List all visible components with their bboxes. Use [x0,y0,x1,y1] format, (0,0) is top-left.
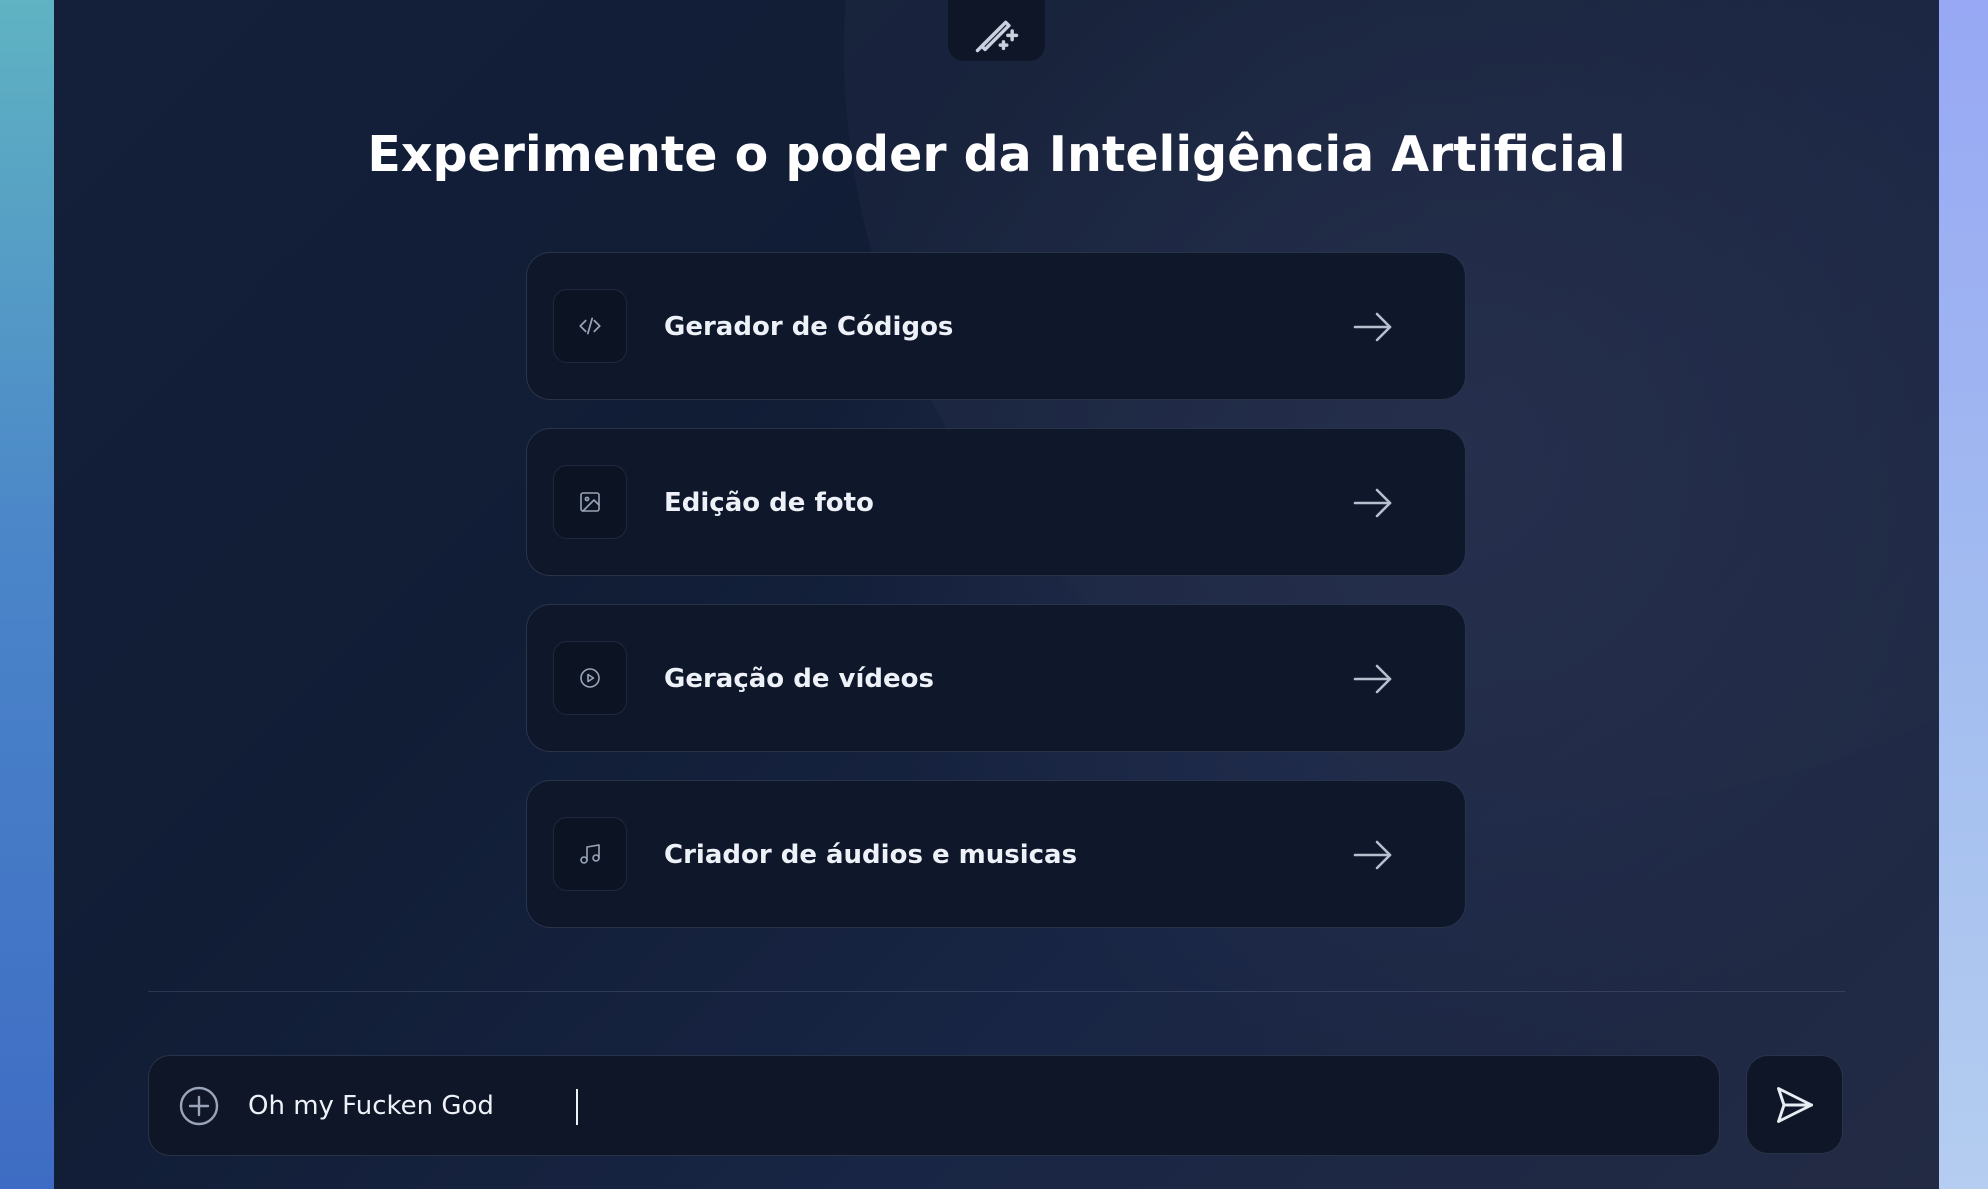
arrow-right-icon [1353,840,1392,870]
option-label: Criador de áudios e musicas [664,840,1078,870]
play-circle-icon [580,668,600,688]
composer-divider [148,991,1845,992]
message-composer [148,1055,1720,1156]
send-icon [1776,1086,1813,1123]
arrow-right-icon [1353,488,1392,518]
option-photo-editing[interactable]: Edição de foto [526,428,1466,576]
option-label: Gerador de Códigos [664,312,954,342]
option-video-generation[interactable]: Geração de vídeos [526,604,1466,752]
plus-circle-icon[interactable] [178,1085,220,1127]
magic-wand-sparkles-icon [975,20,1018,52]
image-icon [580,492,600,512]
arrow-right-icon [1353,312,1392,342]
page-title: Experimente o poder da Inteligência Arti… [367,126,1626,183]
option-label: Geração de vídeos [664,664,934,694]
right-backdrop-strip [1939,0,1988,1189]
main-panel: Experimente o poder da Inteligência Arti… [54,0,1939,1189]
message-input[interactable] [248,1076,1688,1136]
option-code-generator[interactable]: Gerador de Códigos [526,252,1466,400]
option-icon-box [553,641,627,715]
option-label: Edição de foto [664,488,874,518]
option-icon-box [553,817,627,891]
arrow-right-icon [1353,664,1392,694]
option-icon-box [553,289,627,363]
send-button[interactable] [1746,1055,1843,1154]
magic-wand-badge [948,0,1045,61]
code-icon [579,317,601,335]
music-note-icon [580,844,600,864]
option-icon-box [553,465,627,539]
text-caret [576,1089,578,1125]
option-audio-music-creator[interactable]: Criador de áudios e musicas [526,780,1466,928]
